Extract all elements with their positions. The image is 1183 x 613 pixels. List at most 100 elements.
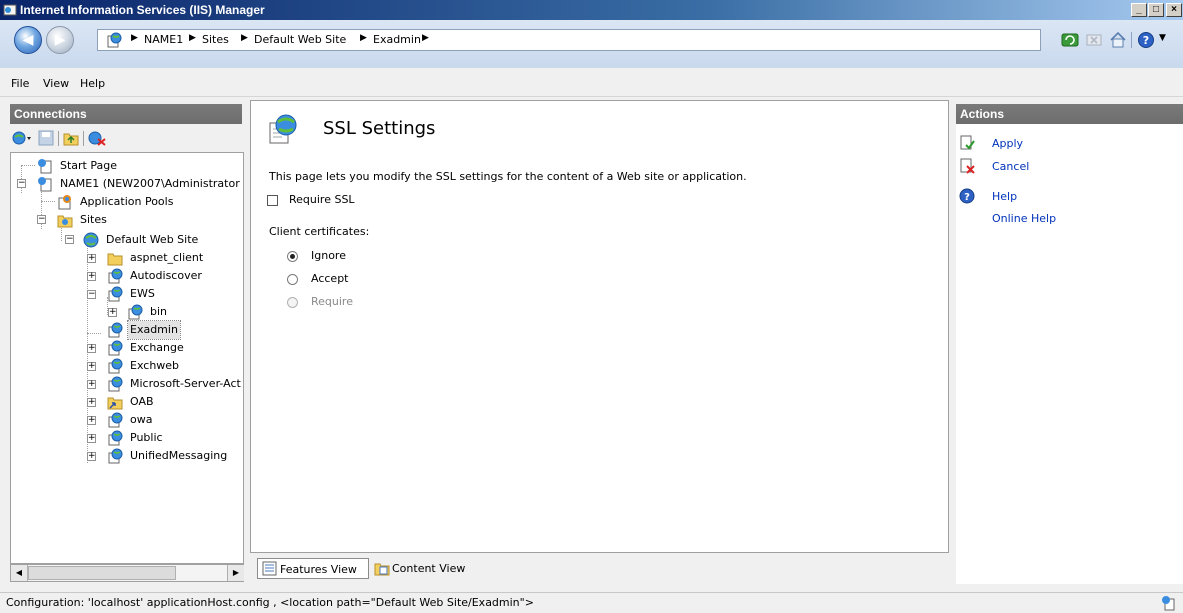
crumb-separator-icon: ▶ — [189, 33, 196, 43]
radio-ignore-label[interactable]: Ignore — [311, 249, 346, 262]
tab-content-view-label: Content View — [392, 562, 466, 575]
web-app-icon — [108, 430, 123, 446]
minimize-button[interactable]: _ — [1131, 3, 1147, 17]
expand-toggle[interactable]: + — [87, 398, 96, 407]
tree-item-server[interactable]: NAME1 (NEW2007\Administrator — [37, 175, 243, 193]
tree-item-exadmin[interactable]: Exadmin — [107, 320, 243, 340]
tree-item-public[interactable]: Public — [107, 429, 243, 447]
maximize-button[interactable]: □ — [1148, 3, 1164, 17]
collapse-toggle[interactable]: − — [65, 235, 74, 244]
tree-item-exchange[interactable]: Exchange — [107, 339, 243, 357]
tree-item-aspnet-client[interactable]: aspnet_client — [107, 249, 243, 267]
tree-item-label: UnifiedMessaging — [130, 449, 228, 462]
tree-item-ews[interactable]: EWS — [107, 285, 243, 303]
title-bar: Internet Information Services (IIS) Mana… — [0, 0, 1183, 20]
tab-features-view-label: Features View — [280, 563, 357, 576]
tree-item-sites[interactable]: Sites — [57, 211, 237, 229]
tree-item-bin[interactable]: bin — [127, 303, 243, 321]
connect-globe-icon[interactable] — [12, 130, 32, 146]
help-icon[interactable]: ? — [1137, 31, 1155, 49]
expand-toggle[interactable]: + — [87, 380, 96, 389]
address-bar[interactable]: ▶ NAME1 ▶ Sites ▶ Default Web Site ▶ Exa… — [97, 29, 1041, 51]
tab-features-view[interactable]: Features View — [257, 558, 369, 579]
tree-item-unifiedmessaging[interactable]: UnifiedMessaging — [107, 447, 243, 465]
expand-toggle[interactable]: + — [87, 272, 96, 281]
folder-icon — [107, 253, 123, 266]
help-action[interactable]: Help — [992, 190, 1017, 203]
navigation-bar: ◀ ▶ ▶ NAME1 ▶ Sites ▶ Default Web Site ▶… — [0, 20, 1183, 68]
tree-item-oab[interactable]: OAB — [107, 393, 243, 411]
expand-toggle[interactable]: + — [87, 416, 96, 425]
scroll-left-icon[interactable]: ◀ — [11, 565, 28, 581]
radio-ignore[interactable] — [287, 251, 298, 262]
tree-item-exchweb[interactable]: Exchweb — [107, 357, 243, 375]
online-help-action[interactable]: Online Help — [992, 212, 1056, 225]
client-certificates-label: Client certificates: — [269, 225, 370, 238]
forward-button[interactable]: ▶ — [46, 26, 74, 54]
status-text: Configuration: 'localhost' applicationHo… — [6, 596, 534, 609]
tree-item-owa[interactable]: owa — [107, 411, 243, 429]
refresh-icon[interactable] — [1061, 31, 1079, 49]
tree-item-application-pools[interactable]: Application Pools — [57, 193, 237, 211]
stop-icon[interactable] — [1085, 31, 1103, 49]
expand-toggle[interactable]: + — [87, 362, 96, 371]
crumb-separator-icon: ▶ — [131, 33, 138, 43]
require-ssl-checkbox[interactable] — [267, 195, 278, 206]
back-button[interactable]: ◀ — [14, 26, 42, 54]
content-view-icon — [374, 563, 390, 576]
expand-toggle[interactable]: + — [87, 254, 96, 263]
connections-tree[interactable]: Start Page − NAME1 (NEW2007\Administrato… — [10, 152, 244, 564]
page-title: SSL Settings — [323, 118, 436, 139]
app-pools-icon — [58, 195, 71, 210]
feature-page: SSL Settings This page lets you modify t… — [250, 100, 949, 553]
require-ssl-label[interactable]: Require SSL — [289, 193, 355, 206]
toolbar-separator — [1131, 32, 1132, 48]
breadcrumb-name1[interactable]: NAME1 — [144, 33, 183, 46]
menu-file[interactable]: File — [11, 77, 29, 90]
disconnect-icon[interactable] — [88, 130, 106, 146]
expand-toggle[interactable]: + — [87, 452, 96, 461]
tree-item-label: Start Page — [60, 159, 117, 172]
save-icon[interactable] — [38, 130, 54, 146]
apply-action[interactable]: Apply — [992, 137, 1023, 150]
breadcrumb-sites[interactable]: Sites — [202, 33, 229, 46]
up-folder-icon[interactable] — [63, 130, 79, 146]
radio-accept[interactable] — [287, 274, 298, 285]
expand-toggle[interactable]: + — [87, 434, 96, 443]
web-app-icon — [108, 268, 123, 284]
tree-item-label: Exchweb — [130, 359, 180, 372]
actions-header: Actions — [956, 104, 1183, 124]
globe-page-icon — [107, 32, 122, 48]
tree-item-start-page[interactable]: Start Page — [37, 157, 237, 175]
tree-item-default-web-site[interactable]: Default Web Site — [83, 231, 243, 249]
tree-horizontal-scrollbar[interactable]: ◀ ▶ — [10, 564, 244, 582]
actions-pane: Apply Cancel ? Help Online Help — [956, 124, 1183, 584]
expand-toggle[interactable]: + — [87, 344, 96, 353]
svg-text:?: ? — [964, 192, 970, 203]
scroll-thumb[interactable] — [28, 566, 176, 580]
toolbar-separator — [83, 131, 84, 146]
sites-folder-icon — [57, 215, 73, 228]
expand-toggle[interactable]: + — [108, 308, 117, 317]
collapse-toggle[interactable]: − — [87, 290, 96, 299]
window-title: Internet Information Services (IIS) Mana… — [20, 3, 265, 17]
collapse-toggle[interactable]: − — [17, 179, 26, 188]
web-app-icon — [108, 376, 123, 392]
breadcrumb-exadmin[interactable]: Exadmin — [373, 33, 421, 46]
radio-accept-label[interactable]: Accept — [311, 272, 349, 285]
menu-view[interactable]: View — [43, 77, 69, 90]
tab-content-view[interactable]: Content View — [370, 558, 480, 579]
close-button[interactable]: × — [1166, 3, 1182, 17]
tree-item-label: Sites — [80, 213, 107, 226]
collapse-toggle[interactable]: − — [37, 215, 46, 224]
help-dropdown-icon[interactable]: ▼ — [1159, 33, 1166, 43]
menu-help[interactable]: Help — [80, 77, 105, 90]
connection-status-icon — [1162, 596, 1175, 611]
scroll-right-icon[interactable]: ▶ — [227, 565, 244, 581]
home-icon[interactable] — [1109, 31, 1127, 49]
cancel-action[interactable]: Cancel — [992, 160, 1029, 173]
tree-item-microsoft-server-act[interactable]: Microsoft-Server-Act — [107, 375, 243, 393]
crumb-separator-icon: ▶ — [360, 33, 367, 43]
breadcrumb-default-web-site[interactable]: Default Web Site — [254, 33, 346, 46]
tree-item-autodiscover[interactable]: Autodiscover — [107, 267, 243, 285]
